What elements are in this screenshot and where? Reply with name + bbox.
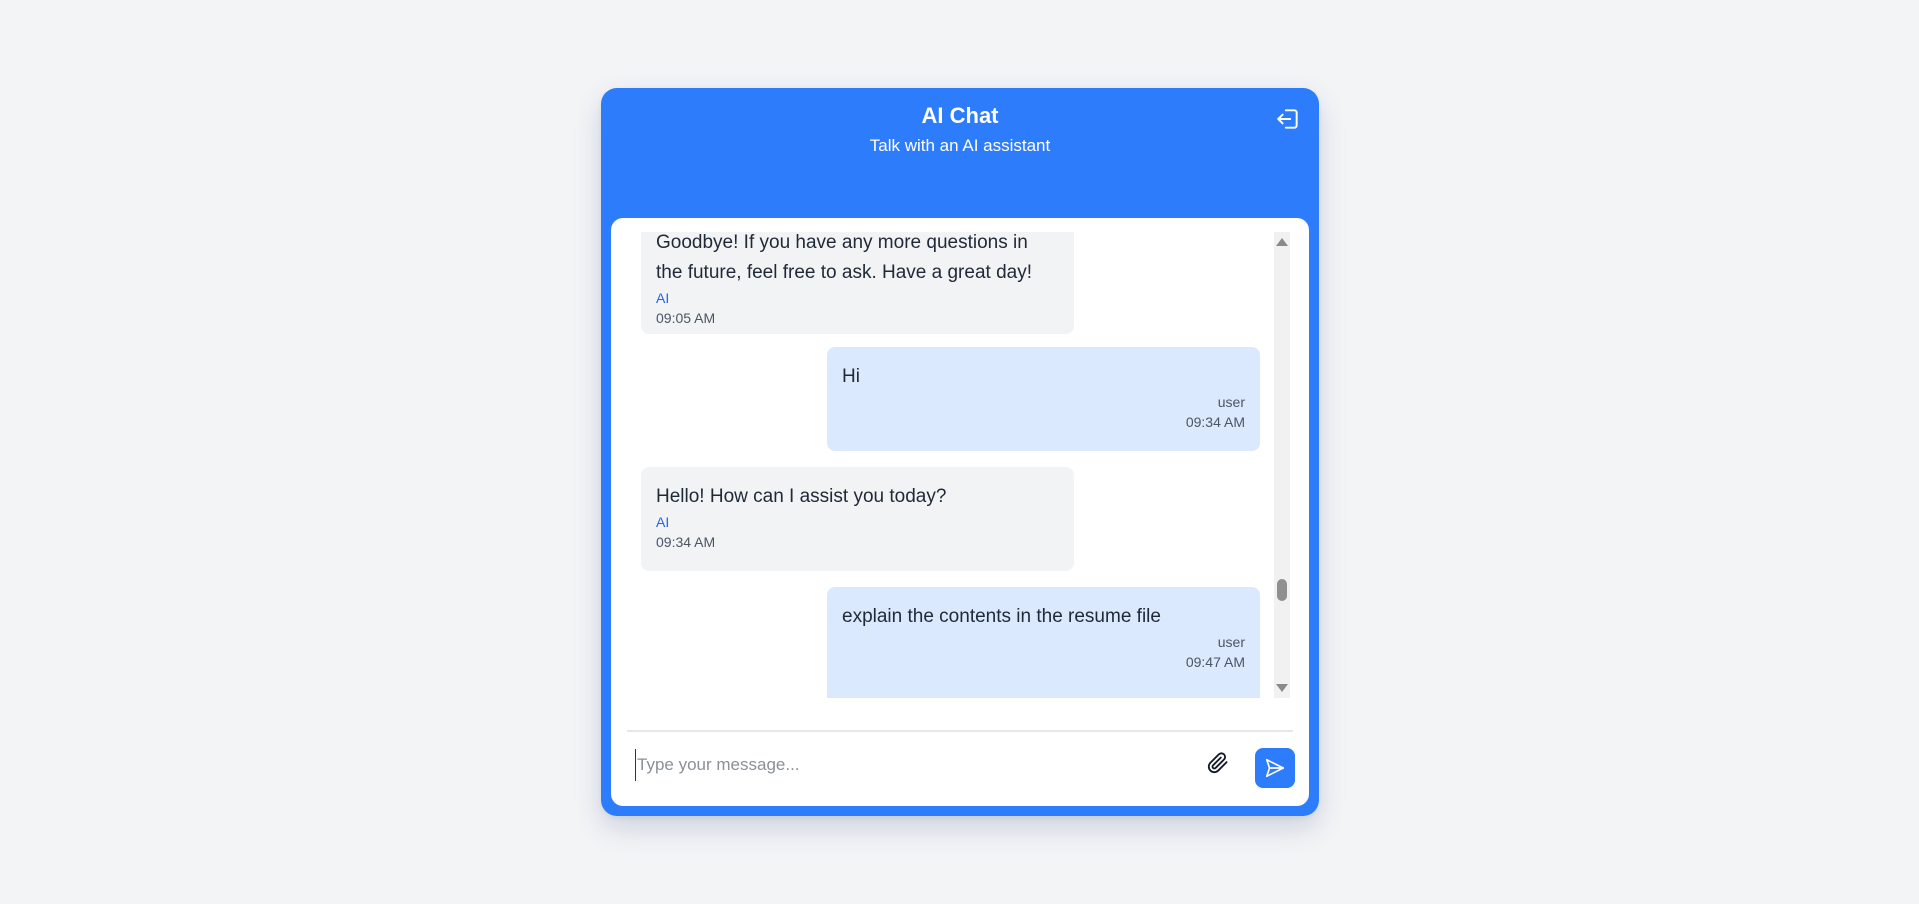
- message-time: 09:34 AM: [1185, 414, 1245, 430]
- chat-subtitle: Talk with an AI assistant: [869, 136, 1051, 155]
- send-button[interactable]: [1255, 748, 1295, 788]
- composer-divider: [627, 730, 1293, 732]
- message-text: Goodbye! If you have any more questions …: [656, 232, 1032, 283]
- send-icon: [1265, 758, 1285, 778]
- message-user: explain the contents in the resume file …: [827, 587, 1260, 698]
- message-time: 09:47 AM: [1185, 654, 1245, 670]
- message-sender: AI: [656, 514, 670, 530]
- scroll-down-arrow[interactable]: [1276, 684, 1288, 692]
- message-sender: user: [1217, 634, 1245, 650]
- message-list: Goodbye! If you have any more questions …: [641, 232, 1269, 698]
- message-text: Hello! How can I assist you today?: [656, 486, 947, 507]
- message-sender: user: [1217, 394, 1245, 410]
- scroll-up-arrow[interactable]: [1276, 238, 1288, 246]
- attach-file-button[interactable]: [1203, 748, 1233, 778]
- message-user: Hi user 09:34 AM: [827, 347, 1260, 451]
- message-ai: Hello! How can I assist you today? AI 09…: [641, 467, 1074, 571]
- logout-button[interactable]: [1273, 104, 1303, 134]
- logout-icon: [1277, 109, 1298, 129]
- message-input[interactable]: [635, 749, 1199, 781]
- message-time: 09:34 AM: [656, 534, 716, 550]
- message-text: explain the contents in the resume file: [842, 606, 1161, 627]
- chat-panel: Goodbye! If you have any more questions …: [611, 218, 1309, 806]
- message-time: 09:05 AM: [656, 310, 716, 326]
- chat-title: AI Chat: [921, 103, 999, 128]
- chat-window: AI Chat Talk with an AI assistant Goodby…: [601, 88, 1319, 816]
- message-text: Hi: [842, 366, 860, 387]
- message-sender: AI: [656, 290, 670, 306]
- message-scrollbar[interactable]: [1274, 232, 1290, 698]
- message-ai: Goodbye! If you have any more questions …: [641, 232, 1074, 334]
- scrollbar-thumb[interactable]: [1277, 579, 1287, 601]
- paperclip-icon: [1207, 752, 1228, 774]
